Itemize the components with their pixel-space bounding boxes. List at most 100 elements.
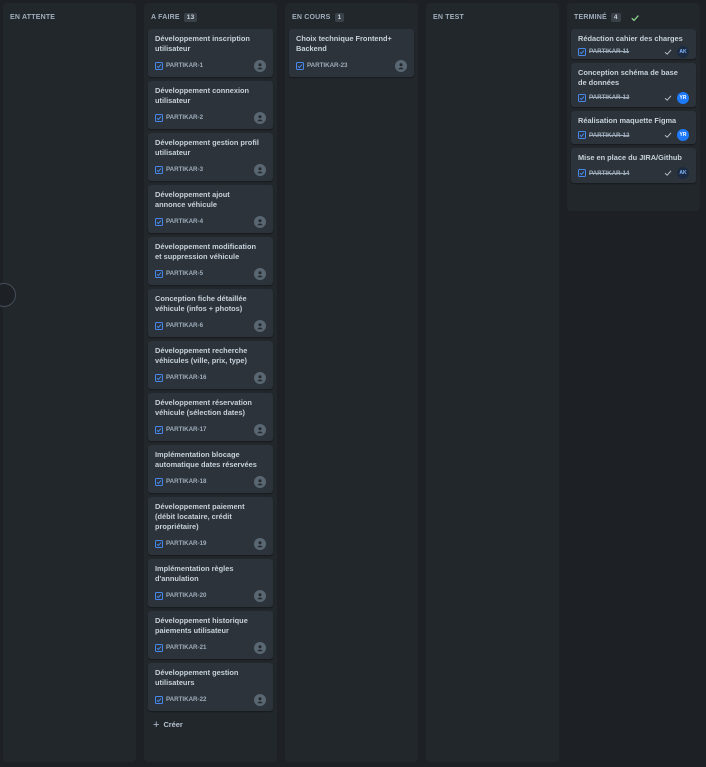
- task-icon: [155, 695, 163, 704]
- column-en-test: EN TEST: [426, 3, 559, 762]
- task-icon: [155, 539, 163, 548]
- unassigned-avatar-icon[interactable]: [395, 59, 407, 72]
- card-list: Développement inscription utilisateur PA…: [148, 29, 273, 735]
- issue-key[interactable]: PARTIKAR-14: [589, 170, 629, 177]
- issue-key[interactable]: PARTIKAR-11: [589, 48, 629, 55]
- column-title: EN ATTENTE: [10, 14, 56, 21]
- issue-card[interactable]: Développement modification et suppressio…: [148, 237, 273, 285]
- unassigned-avatar-icon[interactable]: [254, 537, 266, 550]
- issue-key[interactable]: PARTIKAR-18: [166, 478, 206, 485]
- issue-key[interactable]: PARTIKAR-16: [166, 374, 206, 381]
- issue-key[interactable]: PARTIKAR-4: [166, 218, 203, 225]
- column-en-cours: EN COURS 1 Choix technique Frontend+ Bac…: [285, 3, 418, 762]
- issue-card[interactable]: Mise en place du JIRA/Github PARTIKAR-14…: [571, 148, 696, 183]
- issue-card[interactable]: Conception fiche détaillée véhicule (inf…: [148, 289, 273, 337]
- task-icon: [155, 269, 163, 278]
- issue-card[interactable]: Rédaction cahier des charges PARTIKAR-11…: [571, 29, 696, 59]
- issue-card[interactable]: Développement recherche véhicules (ville…: [148, 341, 273, 389]
- unassigned-avatar-icon[interactable]: [254, 423, 266, 436]
- issue-key[interactable]: PARTIKAR-6: [166, 322, 203, 329]
- unassigned-avatar-icon[interactable]: [254, 589, 266, 602]
- done-check-icon: [664, 48, 672, 55]
- unassigned-avatar-icon[interactable]: [254, 163, 266, 176]
- card-title: Implémentation blocage automatique dates…: [155, 450, 257, 469]
- task-icon: [155, 113, 163, 122]
- unassigned-avatar-icon[interactable]: [254, 641, 266, 654]
- done-check-icon: [664, 132, 672, 138]
- unassigned-avatar-icon[interactable]: [254, 319, 266, 332]
- task-icon: [155, 477, 163, 486]
- issue-key[interactable]: PARTIKAR-22: [166, 696, 206, 703]
- card-title: Développement gestion utilisateurs: [155, 668, 239, 687]
- issue-key[interactable]: PARTIKAR-19: [166, 540, 206, 547]
- card-title: Rédaction cahier des charges: [578, 34, 683, 43]
- issue-key[interactable]: PARTIKAR-21: [166, 644, 206, 651]
- column-title: EN TEST: [433, 14, 464, 21]
- issue-card[interactable]: Développement réservation véhicule (séle…: [148, 393, 273, 441]
- column-header: A FAIRE 13: [144, 3, 277, 25]
- assignee-avatar[interactable]: AK: [677, 167, 689, 179]
- column-en-attente: EN ATTENTE: [3, 3, 136, 762]
- unassigned-avatar-icon[interactable]: [254, 59, 266, 72]
- card-list: Choix technique Frontend+ Backend PARTIK…: [289, 29, 414, 81]
- issue-key[interactable]: PARTIKAR-17: [166, 426, 206, 433]
- issue-card[interactable]: Développement paiement (débit locataire,…: [148, 497, 273, 555]
- card-list: Rédaction cahier des charges PARTIKAR-11…: [571, 29, 696, 187]
- issue-key[interactable]: PARTIKAR-13: [589, 94, 629, 101]
- issue-key[interactable]: PARTIKAR-2: [166, 114, 203, 121]
- issue-key[interactable]: PARTIKAR-12: [589, 132, 629, 139]
- card-title: Implémentation règles d'annulation: [155, 564, 234, 583]
- issue-card[interactable]: Implémentation blocage automatique dates…: [148, 445, 273, 493]
- task-icon: [155, 217, 163, 226]
- issue-key[interactable]: PARTIKAR-23: [307, 62, 347, 69]
- column-title: EN COURS: [292, 14, 331, 21]
- issue-card[interactable]: Développement ajout annonce véhicule PAR…: [148, 185, 273, 233]
- task-icon: [155, 425, 163, 434]
- card-title: Développement paiement (débit locataire,…: [155, 502, 245, 531]
- task-icon: [155, 321, 163, 330]
- task-icon: [578, 93, 586, 102]
- card-title: Mise en place du JIRA/Github: [578, 153, 682, 162]
- task-icon: [155, 591, 163, 600]
- card-title: Développement recherche véhicules (ville…: [155, 346, 248, 365]
- done-check-icon: [664, 170, 672, 176]
- issue-key[interactable]: PARTIKAR-20: [166, 592, 206, 599]
- card-title: Développement gestion profil utilisateur: [155, 138, 259, 157]
- task-icon: [155, 643, 163, 652]
- issue-card[interactable]: Choix technique Frontend+ Backend PARTIK…: [289, 29, 414, 77]
- unassigned-avatar-icon[interactable]: [254, 267, 266, 280]
- issue-card[interactable]: Développement connexion utilisateur PART…: [148, 81, 273, 129]
- issue-key[interactable]: PARTIKAR-5: [166, 270, 203, 277]
- column-header: EN ATTENTE: [3, 3, 136, 25]
- unassigned-avatar-icon[interactable]: [254, 693, 266, 706]
- unassigned-avatar-icon[interactable]: [254, 111, 266, 124]
- task-icon: [155, 373, 163, 382]
- issue-count-badge: 4: [610, 13, 621, 22]
- task-icon: [155, 61, 163, 70]
- issue-card[interactable]: Réalisation maquette Figma PARTIKAR-12 Y…: [571, 111, 696, 144]
- column-a-faire: A FAIRE 13 Développement inscription uti…: [144, 3, 277, 762]
- unassigned-avatar-icon[interactable]: [254, 475, 266, 488]
- issue-key[interactable]: PARTIKAR-3: [166, 166, 203, 173]
- issue-card[interactable]: Implémentation règles d'annulation PARTI…: [148, 559, 273, 607]
- card-title: Développement modification et suppressio…: [155, 242, 257, 261]
- unassigned-avatar-icon[interactable]: [254, 215, 266, 228]
- issue-card[interactable]: Développement historique paiements utili…: [148, 611, 273, 659]
- assignee-avatar[interactable]: YR: [677, 91, 689, 104]
- issue-card[interactable]: Développement gestion utilisateurs PARTI…: [148, 663, 273, 711]
- assignee-avatar[interactable]: YR: [677, 129, 689, 141]
- issue-key[interactable]: PARTIKAR-1: [166, 62, 203, 69]
- card-title: Développement réservation véhicule (séle…: [155, 398, 252, 417]
- card-title: Conception fiche détaillée véhicule (inf…: [155, 294, 247, 313]
- column-termine: TERMINÉ 4 Rédaction cahier des charges P…: [567, 3, 700, 211]
- issue-card[interactable]: Développement gestion profil utilisateur…: [148, 133, 273, 181]
- column-header: EN TEST: [426, 3, 559, 25]
- plus-icon: +: [153, 718, 160, 731]
- issue-count-badge: 1: [334, 13, 345, 22]
- column-header: TERMINÉ 4: [567, 3, 700, 25]
- assignee-avatar[interactable]: AK: [677, 45, 689, 58]
- issue-card[interactable]: Développement inscription utilisateur PA…: [148, 29, 273, 77]
- unassigned-avatar-icon[interactable]: [254, 371, 266, 384]
- issue-card[interactable]: Conception schéma de base de données PAR…: [571, 63, 696, 107]
- create-issue-button[interactable]: + Créer: [148, 714, 273, 735]
